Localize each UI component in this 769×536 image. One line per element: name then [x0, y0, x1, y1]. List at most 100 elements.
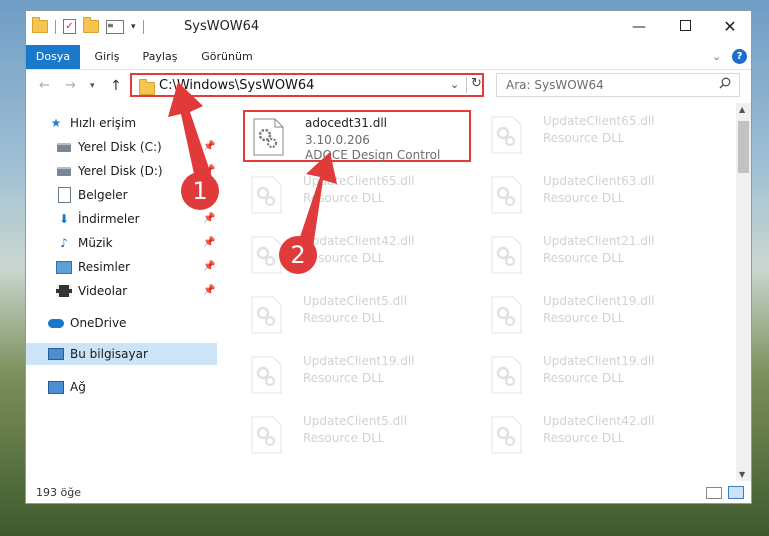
nav-item-documents[interactable]: Belgeler	[56, 184, 128, 206]
file-tile[interactable]: UpdateClient42.dll Resource DLL	[483, 410, 711, 462]
pin-icon[interactable]: 📌	[203, 285, 215, 296]
file-tile[interactable]: UpdateClient65.dll Resource DLL	[483, 110, 711, 162]
maximize-icon	[679, 20, 691, 31]
network-icon	[48, 380, 64, 394]
file-tile[interactable]: UpdateClient65.dll Resource DLL	[243, 170, 471, 222]
nav-item-label: Resimler	[78, 260, 131, 274]
nav-item-quick-access[interactable]: ★ Hızlı erişim	[48, 112, 136, 134]
new-folder-icon[interactable]	[83, 17, 99, 33]
nav-item-local-disk-d[interactable]: Yerel Disk (D:)	[56, 160, 163, 182]
dll-file-icon	[491, 176, 522, 214]
file-type: Resource DLL	[543, 191, 625, 205]
nav-item-label: Belgeler	[78, 188, 128, 202]
close-button[interactable]: ✕	[707, 11, 753, 45]
file-description: ADOCE Design Control	[305, 148, 441, 162]
search-input[interactable]: Ara: SysWOW64	[496, 73, 740, 97]
file-name: UpdateClient42.dll	[543, 414, 655, 428]
nav-item-label: OneDrive	[70, 316, 127, 330]
help-icon[interactable]: ?	[732, 49, 747, 64]
computer-icon	[48, 348, 64, 360]
file-type: Resource DLL	[543, 131, 625, 145]
nav-item-label: Videolar	[78, 284, 128, 298]
customize-toolbar-icon[interactable]: ▾	[131, 22, 136, 32]
nav-item-this-pc[interactable]: Bu bilgisayar	[26, 343, 217, 365]
up-icon[interactable]: ↑	[110, 78, 122, 94]
scroll-up-icon[interactable]: ▲	[739, 105, 745, 114]
file-type: Resource DLL	[543, 251, 625, 265]
tab-view[interactable]: Görünüm	[192, 45, 262, 69]
drive-icon	[57, 166, 71, 176]
file-name: UpdateClient65.dll	[303, 174, 415, 188]
folder-icon	[139, 79, 155, 95]
drive-icon	[57, 142, 71, 152]
file-name: UpdateClient42.dll	[303, 234, 415, 248]
search-icon[interactable]	[719, 77, 731, 89]
recent-locations-icon[interactable]: ▾	[90, 81, 95, 91]
search-placeholder: Ara: SysWOW64	[506, 78, 604, 92]
minimize-button[interactable]: —	[616, 11, 662, 45]
file-type: Resource DLL	[303, 311, 385, 325]
expand-ribbon-icon[interactable]: ⌄	[712, 50, 721, 63]
file-tile-highlighted[interactable]: adocedt31.dll 3.10.0.206 ADOCE Design Co…	[243, 110, 471, 162]
pictures-icon	[56, 260, 72, 274]
file-type: Resource DLL	[543, 311, 625, 325]
nav-item-label: Bu bilgisayar	[70, 347, 148, 361]
nav-item-onedrive[interactable]: OneDrive	[48, 312, 126, 334]
dll-file-icon	[491, 416, 522, 454]
nav-item-pictures[interactable]: Resimler	[56, 256, 130, 278]
pin-icon[interactable]: 📌	[203, 261, 215, 272]
vertical-scrollbar[interactable]: ▲ ▼	[736, 103, 751, 481]
file-tile[interactable]: UpdateClient42.dll Resource DLL	[243, 230, 471, 282]
music-icon: ♪	[60, 236, 68, 250]
file-tile[interactable]: UpdateClient5.dll Resource DLL	[243, 410, 471, 462]
view-icon[interactable]: ≡	[106, 19, 124, 34]
file-tile[interactable]: UpdateClient19.dll Resource DLL	[483, 350, 711, 402]
dll-file-icon	[251, 296, 282, 334]
nav-item-label: Hızlı erişim	[70, 116, 137, 130]
videos-icon	[56, 285, 72, 297]
quick-access-toolbar: ✓ ≡ ▾	[32, 17, 144, 34]
item-count: 193 öğe	[36, 486, 81, 499]
ribbon-tabs: Dosya Giriş Paylaş Görünüm ⌄ ?	[26, 45, 751, 70]
nav-item-network[interactable]: Ağ	[48, 376, 86, 398]
file-tile[interactable]: UpdateClient19.dll Resource DLL	[483, 290, 711, 342]
back-icon[interactable]: ←	[39, 78, 50, 93]
scroll-thumb[interactable]	[738, 121, 749, 173]
nav-item-local-disk-c[interactable]: Yerel Disk (C:)	[56, 136, 162, 158]
pin-icon[interactable]: 📌	[203, 141, 215, 152]
nav-item-music[interactable]: ♪ Müzik	[56, 232, 112, 254]
file-tile[interactable]: UpdateClient19.dll Resource DLL	[243, 350, 471, 402]
address-text[interactable]: C:\Windows\SysWOW64	[159, 78, 314, 93]
dll-file-icon	[251, 356, 282, 394]
large-icons-view-icon[interactable]	[728, 486, 744, 499]
dll-file-icon	[491, 236, 522, 274]
refresh-icon[interactable]: ↻	[471, 76, 482, 91]
properties-icon[interactable]: ✓	[63, 19, 76, 34]
nav-item-downloads[interactable]: ⬇ İndirmeler	[56, 208, 140, 230]
file-tile[interactable]: UpdateClient5.dll Resource DLL	[243, 290, 471, 342]
scroll-down-icon[interactable]: ▼	[739, 470, 745, 479]
tab-home[interactable]: Giriş	[88, 45, 126, 69]
maximize-button[interactable]	[662, 11, 708, 45]
file-name: UpdateClient63.dll	[543, 174, 655, 188]
file-tile[interactable]: UpdateClient63.dll Resource DLL	[483, 170, 711, 222]
forward-icon[interactable]: →	[65, 78, 76, 93]
address-bar[interactable]: C:\Windows\SysWOW64 ⌄ ↻	[130, 73, 484, 97]
file-name: adocedt31.dll	[305, 116, 387, 130]
toolbar-divider	[55, 19, 56, 34]
details-view-icon[interactable]	[706, 487, 722, 499]
nav-item-videos[interactable]: Videolar	[56, 280, 127, 302]
address-dropdown-icon[interactable]: ⌄	[450, 78, 459, 91]
cloud-icon	[48, 318, 64, 328]
pin-icon[interactable]: 📌	[203, 237, 215, 248]
file-name: UpdateClient65.dll	[543, 114, 655, 128]
file-tile[interactable]: UpdateClient21.dll Resource DLL	[483, 230, 711, 282]
pin-icon[interactable]: 📌	[203, 213, 215, 224]
title-bar: ✓ ≡ ▾ SysWOW64 — ✕	[26, 11, 751, 45]
tab-share[interactable]: Paylaş	[138, 45, 182, 69]
documents-icon	[57, 187, 71, 203]
dll-file-icon	[253, 118, 284, 156]
tab-file[interactable]: Dosya	[26, 45, 80, 69]
nav-item-label: Yerel Disk (D:)	[78, 164, 163, 178]
status-bar: 193 öğe	[26, 481, 751, 503]
